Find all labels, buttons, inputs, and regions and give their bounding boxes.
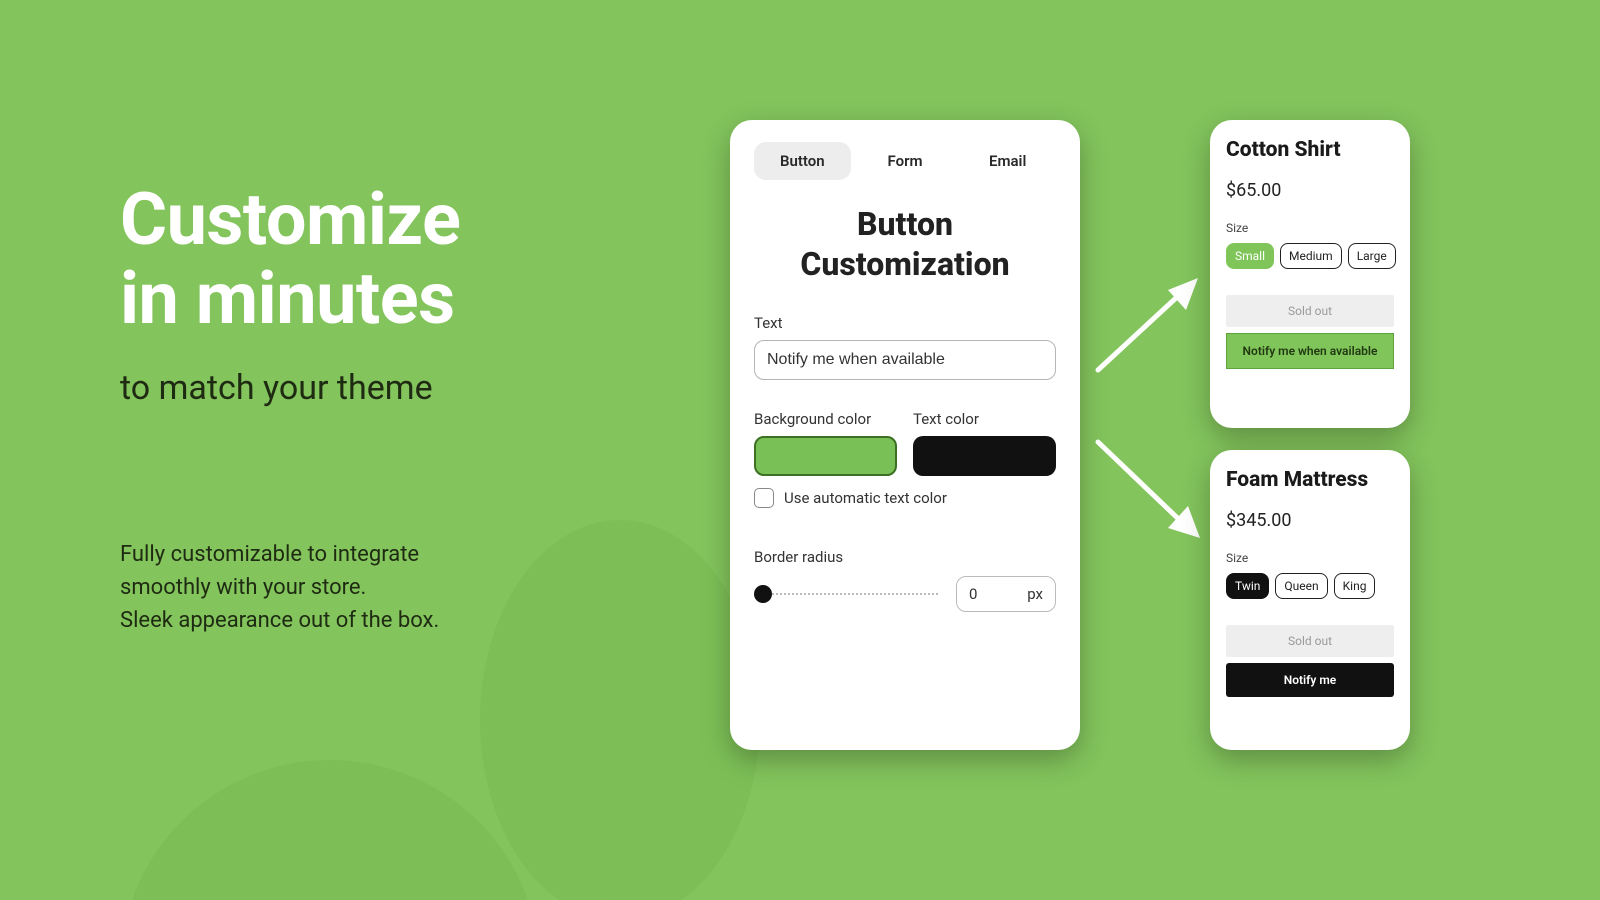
tab-button[interactable]: Button bbox=[754, 142, 851, 180]
size-option-twin[interactable]: Twin bbox=[1226, 573, 1269, 599]
hero-body: Fully customizable to integrate smoothly… bbox=[120, 538, 680, 637]
size-label: Size bbox=[1226, 551, 1394, 565]
decorative-circle bbox=[120, 760, 540, 900]
hero-subtitle: to match your theme bbox=[120, 368, 680, 408]
notify-button[interactable]: Notify me when available bbox=[1226, 333, 1394, 369]
arrow-icon bbox=[1090, 430, 1210, 550]
border-radius-input[interactable]: 0 px bbox=[956, 576, 1056, 612]
panel-heading-line: Customization bbox=[800, 245, 1009, 283]
radius-unit: px bbox=[1027, 585, 1043, 603]
hero-body-line: smoothly with your store. bbox=[120, 575, 366, 600]
slider-track bbox=[764, 593, 938, 595]
sold-out-badge: Sold out bbox=[1226, 625, 1394, 657]
hero-title: Customize in minutes bbox=[120, 180, 680, 338]
size-label: Size bbox=[1226, 221, 1394, 235]
bg-color-swatch[interactable] bbox=[754, 436, 897, 476]
size-option-king[interactable]: King bbox=[1334, 573, 1376, 599]
notify-button[interactable]: Notify me bbox=[1226, 663, 1394, 697]
text-color-swatch[interactable] bbox=[913, 436, 1056, 476]
border-radius-slider[interactable] bbox=[754, 584, 938, 604]
text-field-label: Text bbox=[754, 314, 1056, 332]
product-name: Cotton Shirt bbox=[1226, 138, 1394, 162]
customization-panel: Button Form Email Button Customization T… bbox=[730, 120, 1080, 750]
hero-section: Customize in minutes to match your theme… bbox=[120, 180, 680, 637]
button-text-input[interactable] bbox=[754, 340, 1056, 380]
border-radius-label: Border radius bbox=[754, 548, 1056, 566]
product-price: $65.00 bbox=[1226, 180, 1394, 201]
product-name: Foam Mattress bbox=[1226, 468, 1394, 492]
tabs: Button Form Email bbox=[754, 142, 1056, 180]
hero-title-line: Customize bbox=[120, 177, 460, 262]
text-color-label: Text color bbox=[913, 410, 1056, 428]
hero-body-line: Fully customizable to integrate bbox=[120, 542, 419, 567]
radius-value: 0 bbox=[969, 585, 977, 603]
size-option-queen[interactable]: Queen bbox=[1275, 573, 1327, 599]
hero-body-line: Sleek appearance out of the box. bbox=[120, 608, 439, 633]
bg-color-label: Background color bbox=[754, 410, 897, 428]
product-card-shirt: Cotton Shirt $65.00 Size Small Medium La… bbox=[1210, 120, 1410, 428]
product-price: $345.00 bbox=[1226, 510, 1394, 531]
product-card-mattress: Foam Mattress $345.00 Size Twin Queen Ki… bbox=[1210, 450, 1410, 750]
size-option-small[interactable]: Small bbox=[1226, 243, 1274, 269]
auto-text-color-checkbox[interactable] bbox=[754, 488, 774, 508]
tab-email[interactable]: Email bbox=[959, 142, 1056, 180]
panel-heading-line: Button bbox=[857, 205, 953, 243]
tab-form[interactable]: Form bbox=[857, 142, 954, 180]
slider-thumb[interactable] bbox=[754, 585, 772, 603]
size-option-medium[interactable]: Medium bbox=[1280, 243, 1342, 269]
auto-text-color-label: Use automatic text color bbox=[784, 489, 947, 507]
size-options: Small Medium Large bbox=[1226, 243, 1394, 269]
panel-heading: Button Customization bbox=[754, 204, 1056, 284]
hero-title-line: in minutes bbox=[120, 256, 455, 341]
size-options: Twin Queen King bbox=[1226, 573, 1394, 599]
sold-out-badge: Sold out bbox=[1226, 295, 1394, 327]
arrow-icon bbox=[1090, 270, 1210, 380]
size-option-large[interactable]: Large bbox=[1348, 243, 1396, 269]
